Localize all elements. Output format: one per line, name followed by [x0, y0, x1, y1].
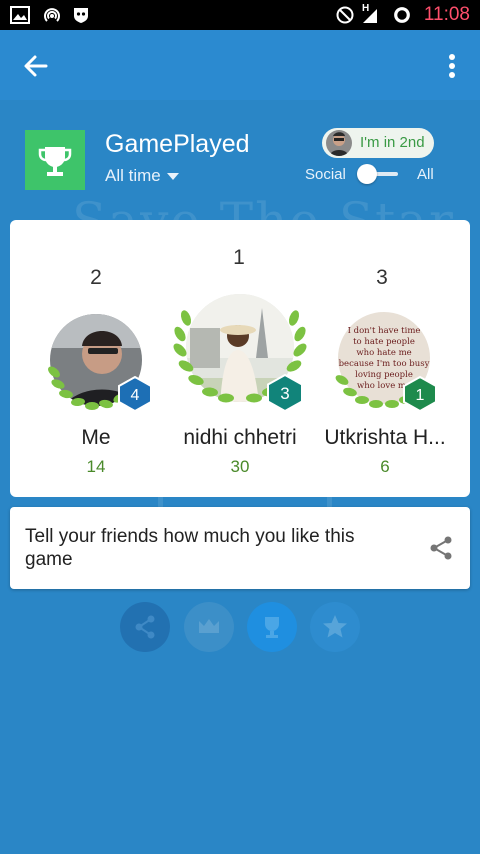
status-bar: H 11:08	[0, 0, 480, 30]
shield-icon	[74, 8, 88, 23]
time-filter-dropdown[interactable]: All time	[105, 166, 179, 186]
trophy-icon	[247, 602, 297, 652]
toggle-all-label: All	[417, 166, 434, 183]
more-options-icon[interactable]	[440, 50, 464, 82]
dropdown-caret-icon	[166, 173, 179, 181]
level-badge: 4	[118, 376, 152, 412]
svg-text:I don't have time: I don't have time	[348, 326, 421, 336]
player-score: 14	[86, 457, 106, 476]
crown-icon	[184, 602, 234, 652]
do-not-disturb-icon	[336, 6, 354, 24]
leaderboard-action-button[interactable]	[247, 602, 297, 652]
svg-text:because I'm too busy: because I'm too busy	[339, 359, 430, 369]
avatar	[326, 130, 352, 156]
leaderboard-title: GamePlayed	[105, 130, 250, 158]
player-score: 6	[380, 457, 390, 476]
leaderboard-tile	[25, 130, 85, 190]
rank-number: 3	[376, 266, 388, 289]
share-icon[interactable]	[428, 535, 454, 561]
toggle-knob[interactable]	[357, 164, 377, 184]
player-name: Me	[81, 426, 111, 449]
app-bar	[0, 30, 480, 100]
share-action-button[interactable]	[120, 602, 170, 652]
share-prompt-text: Tell your friends how much you like this…	[25, 526, 355, 570]
player-name: nidhi chhetri	[183, 426, 297, 449]
signal-icon	[363, 9, 377, 23]
achievements-action-button[interactable]	[184, 602, 234, 652]
rate-action-button[interactable]	[310, 602, 360, 652]
time-filter-label: All time	[105, 166, 161, 185]
trophy-icon	[38, 147, 72, 176]
rank-number: 2	[90, 266, 102, 289]
back-arrow-icon[interactable]	[20, 50, 52, 82]
svg-text:4: 4	[131, 387, 140, 404]
level-badge: 3	[267, 374, 303, 412]
toggle-social-label: Social	[305, 166, 346, 183]
rank-badge-label: I'm in 2nd	[360, 134, 425, 151]
battery-ring-icon	[394, 7, 410, 23]
clock: 11:08	[423, 4, 470, 25]
hotspot-icon	[44, 8, 60, 22]
share-icon	[120, 602, 170, 652]
player-rank-badge: I'm in 2nd	[322, 128, 434, 158]
gallery-icon	[10, 6, 30, 24]
share-prompt-card[interactable]: Tell your friends how much you like this…	[10, 507, 470, 589]
player-score: 30	[230, 457, 250, 476]
svg-text:1: 1	[416, 387, 425, 404]
rank-number: 1	[233, 246, 245, 269]
leaderboard-podium-card: 2 4 Me 14 1 3 nidhi chhetri 30 3 I don't…	[10, 220, 470, 497]
level-badge: 1	[403, 376, 437, 412]
player-name: Utkrishta H...	[324, 426, 446, 449]
svg-text:to hate people: to hate people	[353, 337, 415, 347]
star-icon	[310, 602, 360, 652]
svg-text:3: 3	[280, 384, 289, 403]
svg-text:who hate me: who hate me	[356, 348, 411, 358]
